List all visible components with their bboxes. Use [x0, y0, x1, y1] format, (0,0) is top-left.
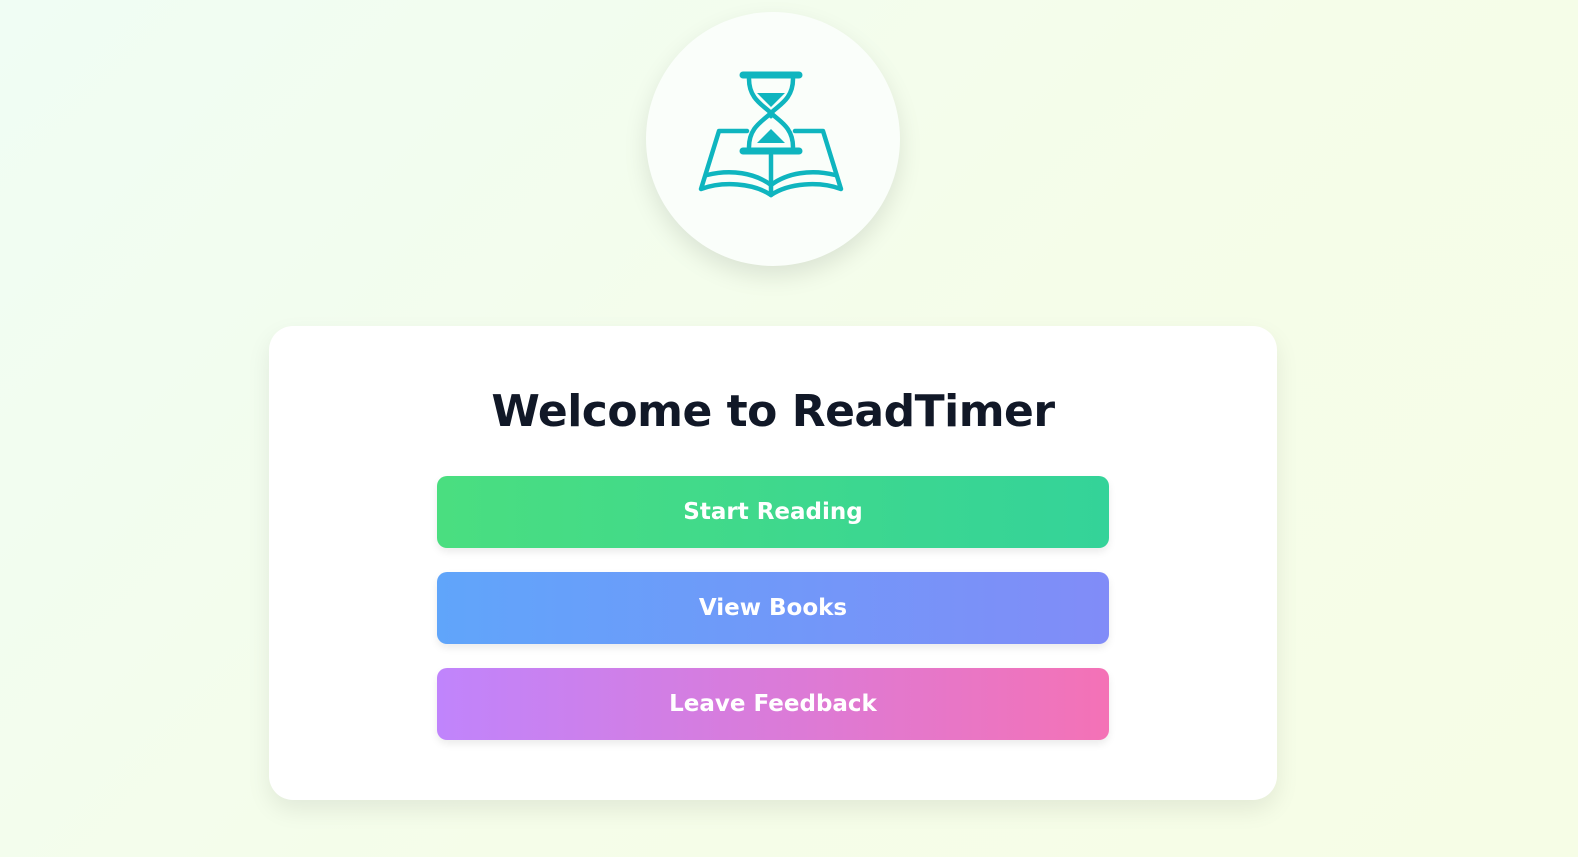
leave-feedback-button[interactable]: Leave Feedback [437, 668, 1109, 740]
hourglass-book-icon [698, 71, 844, 198]
view-books-button[interactable]: View Books [437, 572, 1109, 644]
page: { "logo": { "icon": "hourglass-book-icon… [0, 0, 1578, 857]
start-reading-button[interactable]: Start Reading [437, 476, 1109, 548]
page-title: Welcome to ReadTimer [491, 386, 1055, 437]
welcome-card: Welcome to ReadTimer Start Reading View … [269, 326, 1277, 800]
app-logo [646, 12, 900, 266]
